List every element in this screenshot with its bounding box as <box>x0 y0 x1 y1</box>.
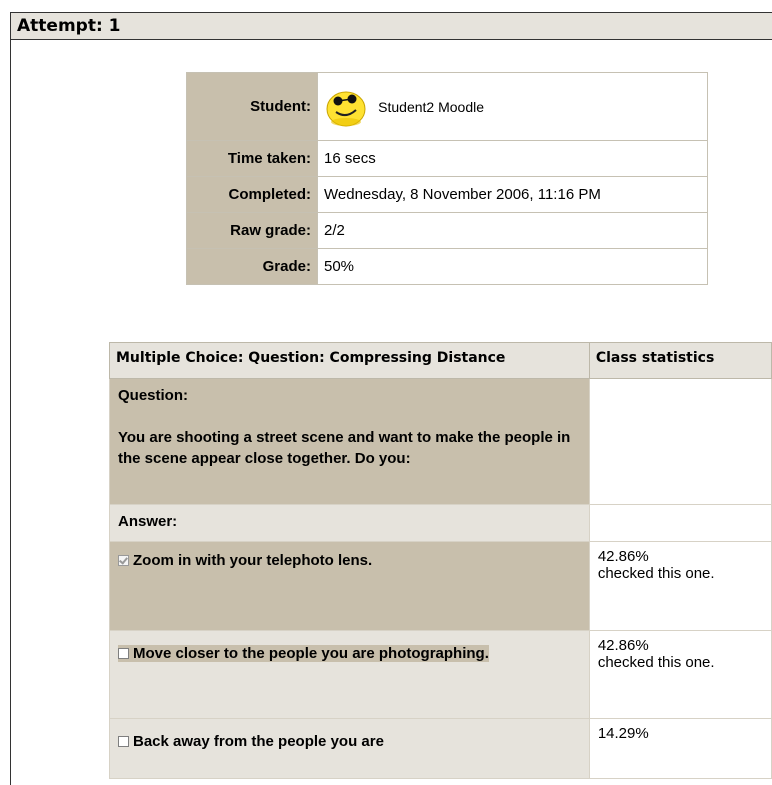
summary-value: 16 secs <box>317 140 708 177</box>
answer-stats-cell <box>588 504 772 542</box>
attempt-summary-table: Student: Student2 Moodle Time taken: 16 … <box>186 72 708 285</box>
answer-option-text: Move closer to the people you are photog… <box>133 645 489 662</box>
question-header: Multiple Choice: Question: Compressing D… <box>109 342 590 379</box>
summary-label: Time taken: <box>186 140 318 177</box>
answer-option[interactable]: Zoom in with your telephoto lens. <box>118 552 372 569</box>
answer-label: Answer: <box>118 513 178 530</box>
question-table: Multiple Choice: Question: Compressing D… <box>109 342 772 779</box>
option-stat-cell: 42.86% checked this one. <box>588 541 772 631</box>
option-stat-percent: 42.86% <box>597 548 649 565</box>
option-stat-percent: 42.86% <box>597 637 649 654</box>
answer-option-row: Zoom in with your telephoto lens. 42.86%… <box>109 541 772 631</box>
checkbox-checked-icon[interactable] <box>118 555 129 566</box>
summary-label: Completed: <box>186 176 318 213</box>
attempt-header: Attempt: 1 <box>10 12 772 40</box>
summary-row-completed: Completed: Wednesday, 8 November 2006, 1… <box>186 176 708 213</box>
answer-option[interactable]: Back away from the people you are <box>118 733 384 750</box>
smiley-sunglasses-icon <box>324 85 368 129</box>
summary-value: 2/2 <box>317 212 708 249</box>
option-stat-cell: 14.29% <box>588 718 772 779</box>
option-stat-cell: 42.86% checked this one. <box>588 630 772 719</box>
attempt-report: Attempt: 1 Student: Student2 Moodle Time… <box>0 0 772 785</box>
answer-option-text: Zoom in with your telephoto lens. <box>133 552 373 569</box>
answer-option-cell: Zoom in with your telephoto lens. <box>109 541 590 631</box>
question-header-row: Multiple Choice: Question: Compressing D… <box>109 342 772 379</box>
attempt-title: Attempt: 1 <box>17 16 121 36</box>
answer-option-row: Back away from the people you are 14.29% <box>109 718 772 779</box>
answer-option-cell: Move closer to the people you are photog… <box>109 630 590 719</box>
summary-label: Raw grade: <box>186 212 318 249</box>
left-border <box>10 40 11 785</box>
answer-option-row: Move closer to the people you are photog… <box>109 630 772 719</box>
question-text: You are shooting a street scene and want… <box>118 429 571 467</box>
summary-row-time: Time taken: 16 secs <box>186 140 708 177</box>
student-name-link[interactable]: Student2 Moodle <box>378 99 484 115</box>
answer-option-text: Back away from the people you are <box>133 733 384 750</box>
question-label: Question: <box>118 387 188 404</box>
answer-option[interactable]: Move closer to the people you are photog… <box>118 645 489 662</box>
question-row: Question: You are shooting a street scen… <box>109 378 772 505</box>
option-stat-percent: 14.29% <box>597 725 649 742</box>
summary-row-student: Student: Student2 Moodle <box>186 72 708 141</box>
summary-value: 50% <box>317 248 708 285</box>
class-statistics-header: Class statistics <box>588 342 772 379</box>
answer-label-cell: Answer: <box>109 504 590 542</box>
answer-option-cell: Back away from the people you are <box>109 718 590 779</box>
answer-label-row: Answer: <box>109 504 772 542</box>
summary-row-raw-grade: Raw grade: 2/2 <box>186 212 708 249</box>
checkbox-icon[interactable] <box>118 648 129 659</box>
summary-label: Grade: <box>186 248 318 285</box>
option-stat-text: checked this one. <box>597 654 715 671</box>
option-stat-text: checked this one. <box>597 565 715 582</box>
summary-label: Student: <box>186 72 318 141</box>
summary-value: Student2 Moodle <box>317 72 708 141</box>
question-stats-cell <box>588 378 772 505</box>
summary-row-grade: Grade: 50% <box>186 248 708 285</box>
checkbox-icon[interactable] <box>118 736 129 747</box>
question-cell: Question: You are shooting a street scen… <box>109 378 590 505</box>
summary-value: Wednesday, 8 November 2006, 11:16 PM <box>317 176 708 213</box>
